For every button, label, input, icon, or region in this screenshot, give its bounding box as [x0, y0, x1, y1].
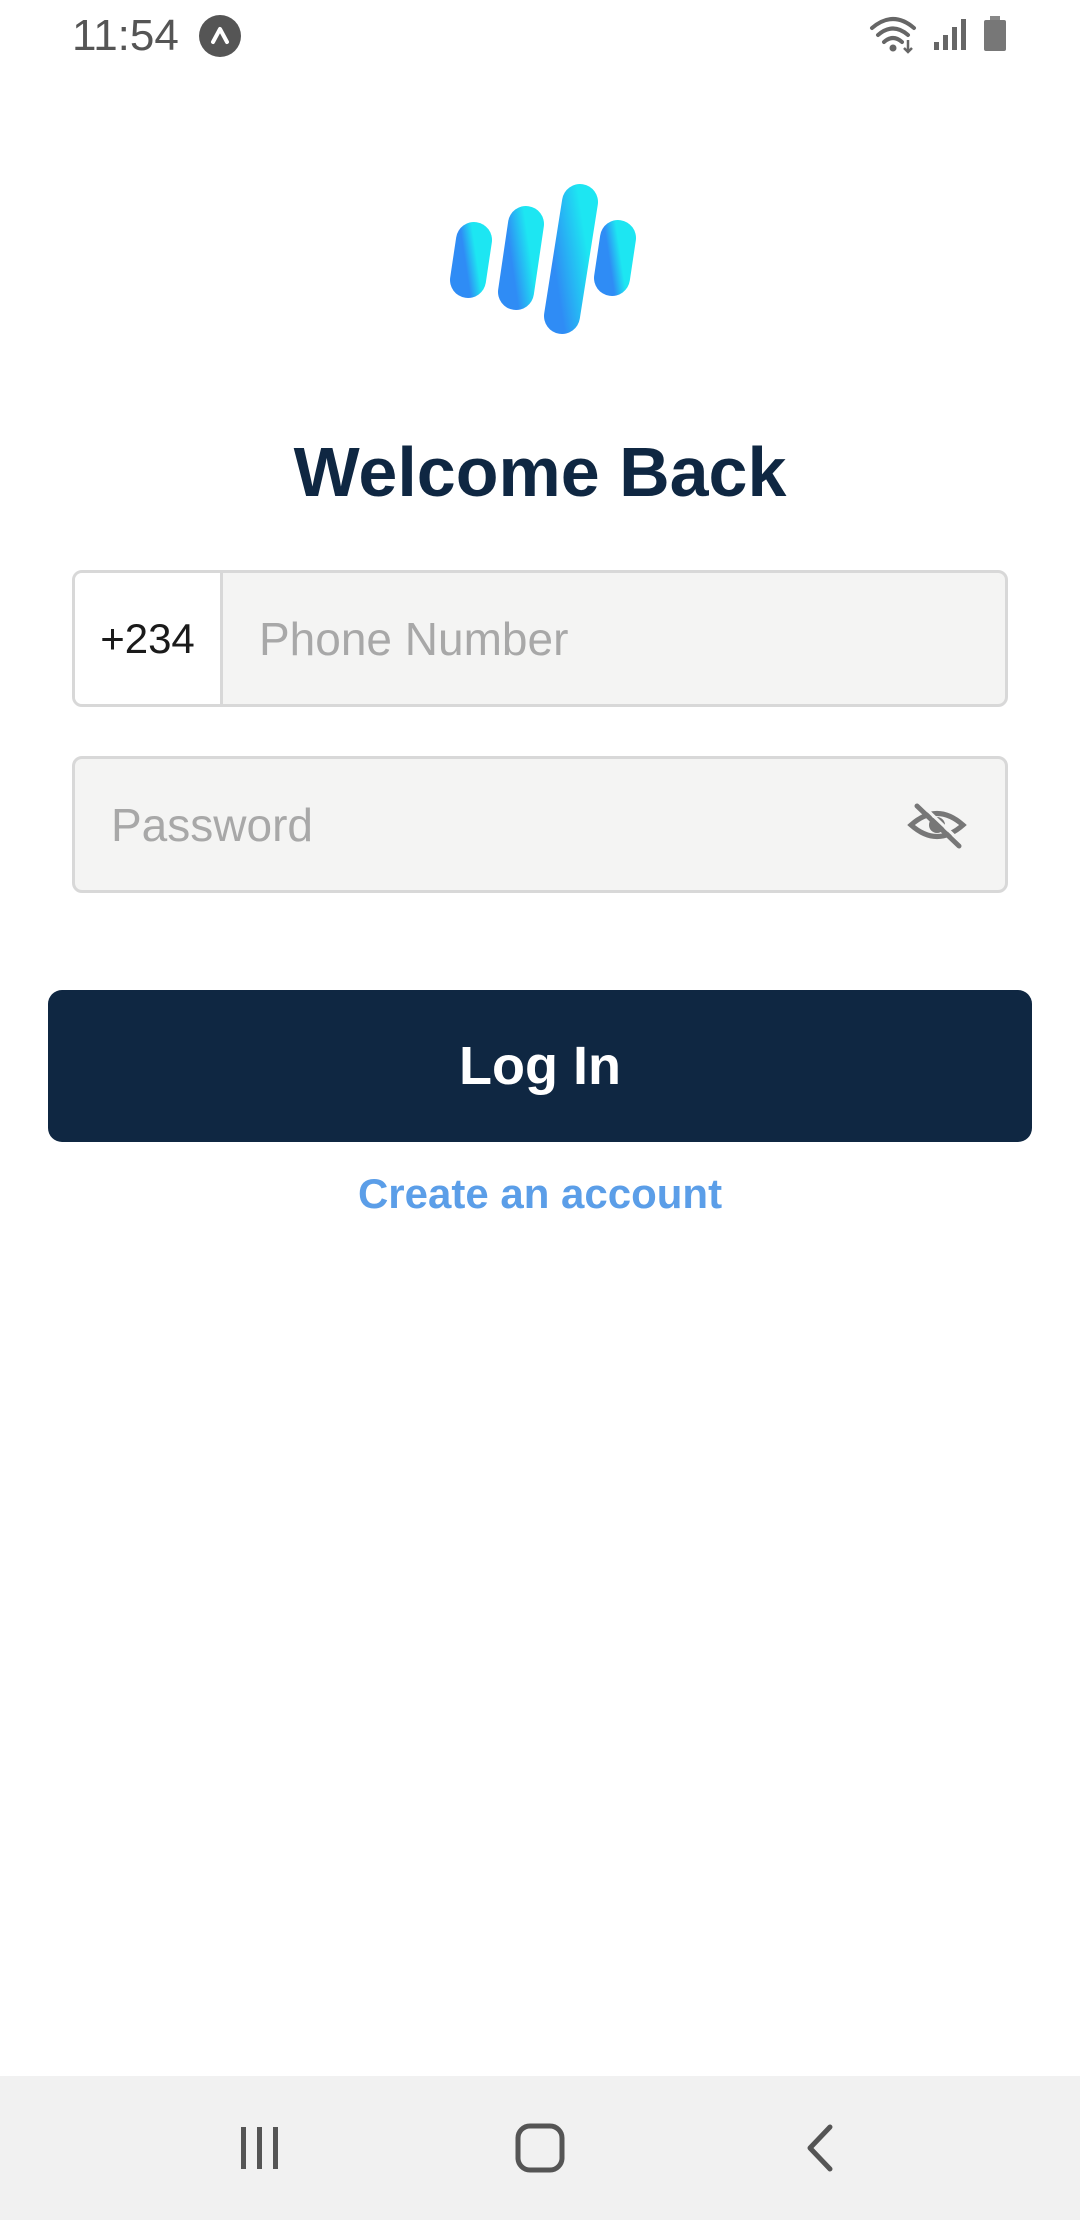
app-logo — [440, 180, 640, 340]
password-input[interactable] — [75, 759, 897, 890]
create-account-link[interactable]: Create an account — [0, 1170, 1080, 1218]
status-bar: 11:54 — [0, 0, 1080, 72]
page-title: Welcome Back — [293, 433, 787, 511]
status-right — [868, 14, 1008, 59]
password-field — [72, 756, 1008, 893]
login-button[interactable]: Log In — [48, 990, 1032, 1142]
phone-field: +234 — [72, 570, 1008, 707]
home-icon[interactable] — [480, 2088, 600, 2208]
status-time: 11:54 — [72, 11, 179, 60]
phone-number-input[interactable] — [223, 573, 1005, 704]
country-code-selector[interactable]: +234 — [75, 573, 223, 704]
navigation-bar — [0, 2076, 1080, 2220]
battery-icon — [982, 15, 1008, 58]
recents-icon[interactable] — [200, 2088, 320, 2208]
login-screen: 11:54 Welcome Back +234 Phone Number Log… — [0, 0, 1080, 2220]
back-icon[interactable] — [760, 2088, 880, 2208]
wifi-icon — [868, 14, 918, 59]
status-left: 11:54 — [72, 11, 241, 61]
a-in-circle-icon — [198, 15, 241, 57]
eye-off-icon[interactable] — [897, 785, 977, 865]
cell-signal-icon — [932, 16, 968, 57]
